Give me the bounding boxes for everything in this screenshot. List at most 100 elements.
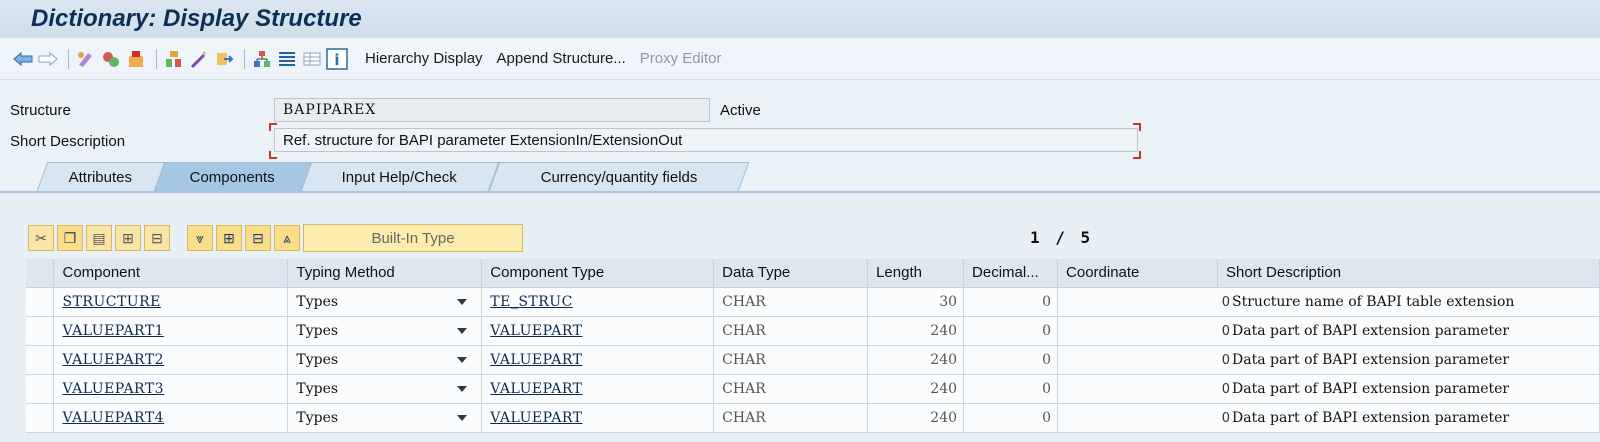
component-type-cell[interactable]: VALUEPART (481, 403, 715, 433)
expand-node-icon[interactable]: ⊞ (216, 225, 242, 251)
component-cell[interactable]: STRUCTURE (53, 287, 289, 317)
delete-row-icon[interactable]: ⊟ (144, 225, 170, 251)
chevron-down-icon[interactable] (457, 414, 468, 421)
typing-method-dropdown[interactable]: Types (287, 374, 483, 404)
where-used-icon[interactable] (125, 48, 147, 70)
activate-icon[interactable] (100, 48, 122, 70)
column-header[interactable]: Decimal... (963, 259, 1059, 288)
short-description-text: Data part of BAPI extension parameter (1232, 380, 1510, 397)
component-cell[interactable]: VALUEPART1 (53, 316, 289, 346)
row-selector[interactable] (26, 403, 55, 433)
typing-method-dropdown[interactable]: Types (287, 345, 483, 375)
component-type-cell[interactable]: VALUEPART (481, 345, 715, 375)
proxy-editor-button: Proxy Editor (639, 50, 722, 67)
object-list-icon[interactable] (163, 48, 185, 70)
insert-row-icon[interactable]: ⊞ (115, 225, 141, 251)
chevron-down-icon[interactable] (457, 385, 468, 392)
required-marker (269, 151, 277, 159)
toolbar-separator (244, 48, 245, 69)
typing-method-dropdown[interactable]: Types (287, 316, 483, 346)
decimals-cell: 0 (963, 345, 1059, 375)
tab-strip: Attributes Components Input Help/Check C… (0, 162, 1600, 192)
table-row[interactable]: VALUEPART4 Types VALUEPART CHAR 240 0 0 Data pa… (26, 403, 1600, 433)
component-cell[interactable]: VALUEPART4 (53, 403, 289, 433)
short-description-cell: 0 Data part of BAPI extension parameter (1057, 345, 1600, 375)
row-selector-header[interactable] (26, 259, 55, 288)
status-text: Active (720, 102, 761, 119)
decimals-cell: 0 (963, 316, 1059, 346)
data-type-cell: CHAR (713, 287, 869, 317)
page-title: Dictionary: Display Structure (31, 5, 362, 32)
info-icon[interactable]: i (326, 47, 348, 70)
text-lines-icon[interactable] (276, 48, 298, 70)
chevron-down-icon[interactable] (457, 327, 468, 334)
table-icon[interactable] (301, 48, 323, 70)
tab-attributes[interactable]: Attributes (36, 162, 166, 191)
display-change-icon[interactable] (75, 48, 97, 70)
row-selector[interactable] (26, 345, 55, 375)
column-header[interactable]: Component (53, 259, 289, 288)
component-type-cell[interactable]: VALUEPART (481, 374, 715, 404)
toolbar-separator (156, 48, 157, 69)
row-selector[interactable] (26, 316, 55, 346)
component-cell[interactable]: VALUEPART3 (53, 374, 289, 404)
paste-icon[interactable]: ▤ (86, 225, 112, 251)
collapse-all-icon[interactable]: ⩓ (274, 225, 300, 251)
chevron-down-icon[interactable] (457, 356, 468, 363)
column-header[interactable]: Data Type (713, 259, 869, 288)
forward-arrow-icon[interactable] (37, 48, 59, 70)
row-selector[interactable] (26, 287, 55, 317)
required-marker (269, 123, 277, 131)
tab-currency-quantity-fields[interactable]: Currency/quantity fields (488, 162, 750, 191)
data-type-cell: CHAR (713, 345, 869, 375)
short-description-field[interactable]: Ref. structure for BAPI parameter Extens… (274, 128, 1138, 152)
column-header[interactable]: Component Type (481, 259, 715, 288)
typing-method-value: Types (296, 351, 339, 368)
typing-method-dropdown[interactable]: Types (287, 403, 483, 433)
length-cell: 30 (867, 287, 965, 317)
row-selector[interactable] (26, 374, 55, 404)
cut-icon[interactable]: ✂ (28, 225, 54, 251)
component-type-cell[interactable]: VALUEPART (481, 316, 715, 346)
short-description-cell: 0 Structure name of BAPI table extension (1057, 287, 1600, 317)
column-header[interactable]: Length (867, 259, 965, 288)
decimals-cell: 0 (963, 403, 1059, 433)
length-cell: 240 (867, 374, 965, 404)
append-structure-button[interactable]: Append Structure... (497, 50, 626, 67)
hierarchy-icon[interactable] (251, 48, 273, 70)
table-row[interactable]: STRUCTURE Types TE_STRUC CHAR 30 0 0 Structure … (26, 287, 1600, 317)
required-marker (1133, 123, 1141, 131)
structure-field: BAPIPAREX (274, 98, 710, 122)
navigation-icon[interactable] (213, 48, 235, 70)
decimals-cell: 0 (963, 374, 1059, 404)
tab-input-help-check[interactable]: Input Help/Check (300, 162, 500, 191)
expand-all-icon[interactable]: ⩔ (187, 225, 213, 251)
short-description-cell: 0 Data part of BAPI extension parameter (1057, 316, 1600, 346)
data-type-cell: CHAR (713, 374, 869, 404)
chevron-down-icon[interactable] (457, 298, 468, 305)
built-in-type-button[interactable]: Built-In Type (303, 224, 523, 252)
length-cell: 240 (867, 316, 965, 346)
component-cell[interactable]: VALUEPART2 (53, 345, 289, 375)
required-marker (1133, 151, 1141, 159)
table-row[interactable]: VALUEPART2 Types VALUEPART CHAR 240 0 0 Data pa… (26, 345, 1600, 375)
collapse-node-icon[interactable]: ⊟ (245, 225, 271, 251)
toolbar-separator (68, 48, 69, 69)
typing-method-value: Types (296, 409, 339, 426)
column-header[interactable]: Coordinate (1057, 259, 1218, 288)
table-row[interactable]: VALUEPART3 Types VALUEPART CHAR 240 0 0 Data pa… (26, 374, 1600, 404)
components-table: Component Typing Method Component Type D… (26, 259, 1600, 433)
column-header[interactable]: Typing Method (287, 259, 483, 288)
hierarchy-display-button[interactable]: Hierarchy Display (365, 50, 483, 67)
length-cell: 240 (867, 403, 965, 433)
table-row[interactable]: VALUEPART1 Types VALUEPART CHAR 240 0 0 Data pa… (26, 316, 1600, 346)
back-arrow-icon[interactable] (12, 48, 34, 70)
magic-wand-icon[interactable] (188, 48, 210, 70)
tab-label: Attributes (69, 168, 133, 186)
component-type-cell[interactable]: TE_STRUC (481, 287, 715, 317)
copy-icon[interactable]: ❐ (57, 225, 83, 251)
column-header[interactable]: Short Description (1217, 259, 1600, 288)
tab-components[interactable]: Components (154, 162, 312, 191)
data-type-cell: CHAR (713, 403, 869, 433)
typing-method-dropdown[interactable]: Types (287, 287, 483, 317)
